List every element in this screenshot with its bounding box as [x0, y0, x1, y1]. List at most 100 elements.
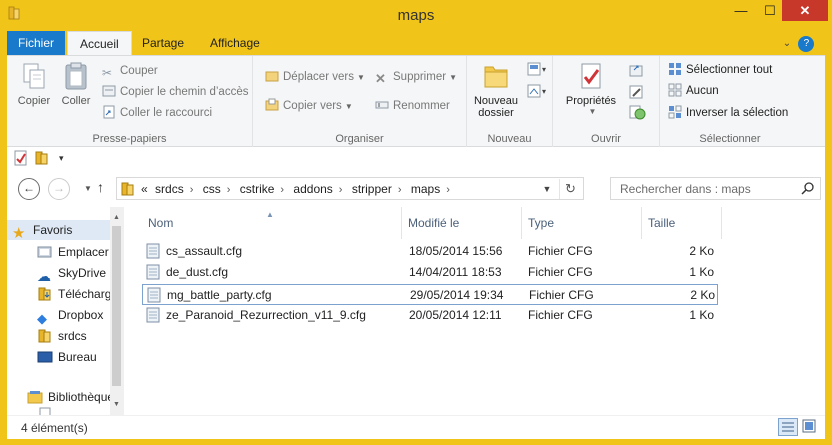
- back-button[interactable]: ←: [18, 178, 40, 200]
- chevron-right-icon[interactable]: ›: [190, 184, 194, 196]
- rename-icon: [375, 101, 389, 109]
- move-to-icon: [265, 71, 279, 82]
- file-row[interactable]: de_dust.cfg 14/04/2011 18:53 Fichier CFG…: [142, 262, 718, 283]
- file-row-focused[interactable]: mg_battle_party.cfg 29/05/2014 19:34 Fic…: [142, 284, 718, 305]
- chevron-right-icon[interactable]: ›: [280, 184, 284, 196]
- file-row[interactable]: ze_Paranoid_Rezurrection_v11_9.cfg 20/05…: [142, 305, 718, 326]
- invert-selection-button[interactable]: Inverser la sélection: [668, 104, 788, 122]
- paste-shortcut-button[interactable]: Coller le raccourci: [102, 104, 212, 122]
- close-button[interactable]: ✕: [782, 0, 828, 21]
- nav-item-skydrive[interactable]: ☁ SkyDrive: [37, 263, 112, 283]
- address-dropdown-icon[interactable]: ▼: [539, 180, 555, 198]
- open-icon[interactable]: [628, 62, 650, 78]
- new-folder-button[interactable]: Nouveau dossier: [471, 61, 521, 119]
- scroll-thumb[interactable]: [112, 226, 121, 386]
- nav-favorites[interactable]: ★ Favoris: [7, 220, 111, 240]
- search-box[interactable]: Rechercher dans : maps: [610, 177, 821, 200]
- delete-x-icon: ✕: [375, 71, 386, 86]
- clipboard-group: Copier Coller ✂ Couper Copier le chemin d…: [7, 56, 253, 148]
- breadcrumb-overflow[interactable]: «: [141, 182, 148, 196]
- easy-access-icon[interactable]: ▾: [527, 84, 549, 100]
- new-group: Nouveau dossier ▾ ▾ Nouveau: [467, 56, 553, 148]
- breadcrumb-srdcs[interactable]: srdcs: [155, 182, 184, 196]
- minimize-button[interactable]: —: [727, 0, 755, 22]
- breadcrumb-css[interactable]: css: [203, 182, 221, 196]
- forward-button[interactable]: →: [48, 178, 70, 200]
- up-arrow-icon[interactable]: ↑: [97, 179, 104, 195]
- folder-icon: [121, 182, 134, 196]
- paste-button[interactable]: Coller: [56, 61, 96, 107]
- chevron-right-icon[interactable]: ›: [227, 184, 231, 196]
- column-header-size[interactable]: Taille: [642, 207, 722, 239]
- file-type: Fichier CFG: [528, 265, 593, 279]
- nav-scrollbar[interactable]: ▲ ▼: [110, 207, 123, 415]
- file-modified: 29/05/2014 19:34: [410, 288, 504, 302]
- history-icon[interactable]: [628, 104, 650, 120]
- nav-favorites-label: Favoris: [33, 223, 73, 237]
- copy-label: Copier: [17, 95, 51, 107]
- maximize-button[interactable]: ☐: [756, 0, 784, 22]
- select-none-button[interactable]: Aucun: [668, 82, 719, 100]
- delete-dropdown-icon: ▼: [449, 73, 457, 82]
- nav-item-label: Bureau: [58, 350, 97, 364]
- chevron-right-icon[interactable]: ›: [339, 184, 343, 196]
- copy-path-label: Copier le chemin d’accès: [120, 86, 249, 98]
- nav-item-srdcs[interactable]: srdcs: [37, 326, 112, 346]
- chevron-right-icon[interactable]: ›: [398, 184, 402, 196]
- edit-icon[interactable]: [628, 84, 650, 100]
- select-all-button[interactable]: Sélectionner tout: [668, 61, 772, 79]
- scroll-down-icon[interactable]: ▼: [110, 398, 123, 411]
- chevron-right-icon[interactable]: ›: [446, 184, 450, 196]
- desktop-icon: [37, 351, 53, 363]
- column-header-name[interactable]: Nom: [142, 207, 402, 239]
- file-row[interactable]: cs_assault.cfg 18/05/2014 15:56 Fichier …: [142, 241, 718, 262]
- customize-toolbar-icon[interactable]: ▾: [59, 150, 75, 166]
- move-to-button[interactable]: Déplacer vers ▼: [265, 68, 365, 86]
- details-view-button[interactable]: [778, 418, 798, 436]
- large-icons-view-icon: [802, 419, 816, 433]
- column-header-modified[interactable]: Modifié le: [402, 207, 522, 239]
- tab-share[interactable]: Partage: [130, 31, 196, 55]
- column-header-type[interactable]: Type: [522, 207, 642, 239]
- ribbon: Copier Coller ✂ Couper Copier le chemin d…: [7, 55, 825, 148]
- file-name: mg_battle_party.cfg: [167, 288, 272, 302]
- rename-button[interactable]: Renommer: [375, 97, 450, 115]
- properties-quick-icon[interactable]: [13, 150, 29, 166]
- copy-button[interactable]: Copier: [13, 61, 55, 107]
- cfg-file-icon: [146, 243, 160, 259]
- tab-view[interactable]: Affichage: [198, 31, 272, 55]
- copy-to-button[interactable]: Copier vers ▼: [265, 97, 353, 115]
- chevron-down-icon[interactable]: ⌄: [779, 36, 795, 52]
- tab-file[interactable]: Fichier: [7, 31, 65, 55]
- nav-item-dropbox[interactable]: ◆ Dropbox: [37, 305, 112, 325]
- search-icon[interactable]: [801, 181, 815, 195]
- address-bar[interactable]: « srdcs › css › cstrike › addons › stripper ›…: [116, 177, 584, 200]
- nav-item-downloads[interactable]: Téléchargements: [37, 284, 112, 304]
- breadcrumb-maps[interactable]: maps: [411, 182, 440, 196]
- refresh-icon[interactable]: ↻: [559, 179, 581, 199]
- nav-libraries-label: Bibliothèques: [48, 390, 112, 404]
- select-group: Sélectionner tout Aucun Inverser la séle…: [660, 56, 800, 148]
- tab-home[interactable]: Accueil: [67, 31, 132, 55]
- copy-path-button[interactable]: Copier le chemin d’accès: [102, 83, 248, 101]
- delete-button[interactable]: ✕ Supprimer ▼: [375, 68, 457, 86]
- move-to-dropdown-icon: ▼: [356, 73, 365, 82]
- file-modified: 20/05/2014 12:11: [409, 308, 502, 322]
- breadcrumb-stripper[interactable]: stripper: [352, 182, 392, 196]
- copy-icon: [23, 63, 45, 89]
- nav-libraries[interactable]: Bibliothèques: [27, 387, 112, 407]
- nav-item-desktop[interactable]: Bureau: [37, 347, 112, 367]
- help-icon[interactable]: ?: [798, 36, 815, 52]
- large-icons-view-button[interactable]: [800, 418, 820, 436]
- scroll-up-icon[interactable]: ▲: [110, 211, 123, 224]
- nav-item-emplacements[interactable]: Emplacer: [37, 242, 112, 262]
- new-folder-quick-icon[interactable]: [34, 150, 50, 166]
- recent-locations-icon[interactable]: ▼: [84, 184, 92, 193]
- cut-button[interactable]: ✂ Couper: [102, 62, 158, 80]
- breadcrumb-addons[interactable]: addons: [293, 182, 332, 196]
- new-item-icon[interactable]: ▾: [527, 62, 549, 78]
- breadcrumb: « srdcs › css › cstrike › addons › stripper ›…: [141, 182, 456, 196]
- paste-shortcut-label: Coller le raccourci: [120, 107, 213, 119]
- breadcrumb-cstrike[interactable]: cstrike: [240, 182, 275, 196]
- properties-button[interactable]: Propriétés ▼: [563, 61, 619, 116]
